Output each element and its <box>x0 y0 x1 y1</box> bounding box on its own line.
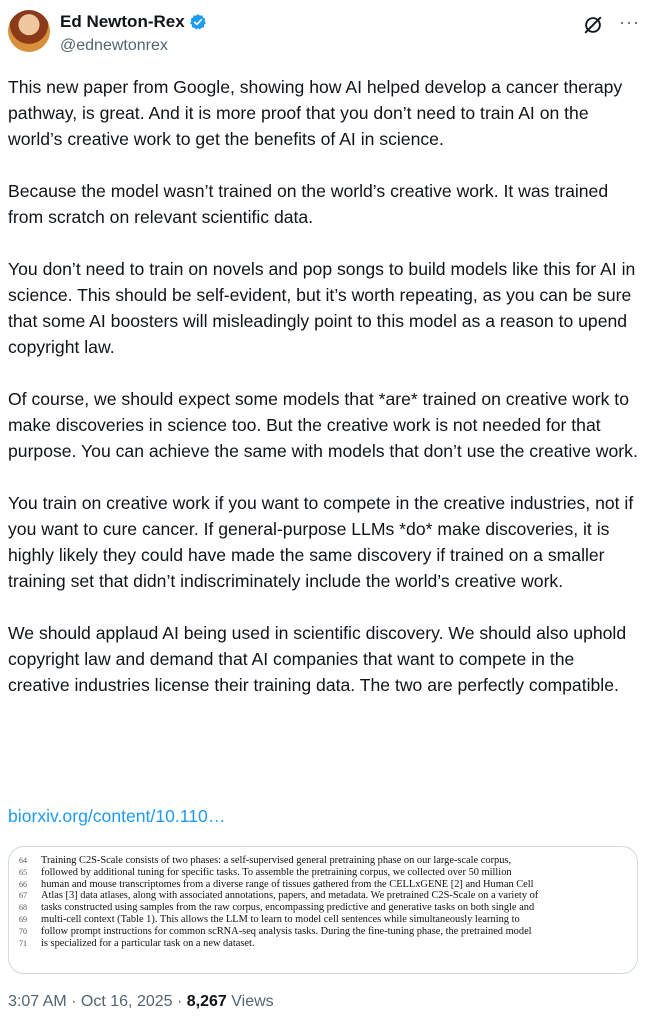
line-text: follow prompt instructions for common sc… <box>41 925 532 937</box>
paper-line: 68 tasks constructed using samples from t… <box>19 902 619 914</box>
tweet-paragraph: This new paper from Google, showing how … <box>8 77 623 149</box>
author-handle[interactable]: @ednewtonrex <box>60 37 168 55</box>
verified-badge-icon <box>189 14 206 30</box>
line-text: Training C2S-Scale consists of two phase… <box>41 855 512 866</box>
tweet-meta: 3:07 AM · Oct 16, 2025 · 8,267 Views <box>8 993 274 1011</box>
grok-icon[interactable] <box>582 14 604 36</box>
line-number: 70 <box>19 926 27 936</box>
line-text: human and mouse transcriptomes from a di… <box>41 878 534 890</box>
line-text: is specialized for a particular task on … <box>41 937 255 949</box>
line-number: 67 <box>19 891 27 901</box>
views-label: Views <box>226 993 274 1010</box>
paper-line: 70 follow prompt instructions for common … <box>19 926 619 938</box>
line-number: 69 <box>19 914 27 924</box>
paper-line: 65 followed by additional tuning for spec… <box>19 867 619 879</box>
paper-excerpt: 64 Training C2S-Scale consists of two pha… <box>19 855 619 949</box>
tweet-paragraph: You train on creative work if you want t… <box>8 493 634 591</box>
tweet-link[interactable]: biorxiv.org/content/10.110… <box>8 806 225 827</box>
line-text: multi-cell context (Table 1). This allow… <box>41 913 520 925</box>
tweet-header: Ed Newton-Rex @ednewtonrex ··· <box>8 10 644 60</box>
line-text: followed by additional tuning for specif… <box>41 866 512 878</box>
avatar[interactable] <box>8 10 50 52</box>
line-text: tasks constructed using samples from the… <box>41 902 535 914</box>
author-name[interactable]: Ed Newton-Rex <box>60 12 185 32</box>
line-number: 71 <box>19 938 27 948</box>
paper-line: 64 Training C2S-Scale consists of two pha… <box>19 855 619 867</box>
tweet-paragraph: Because the model wasn’t trained on the … <box>8 181 609 227</box>
paper-line: 66 human and mouse transcriptomes from a … <box>19 879 619 891</box>
line-number: 66 <box>19 879 27 889</box>
paper-line: 67 Atlas [3] data atlases, along with ass… <box>19 890 619 902</box>
media-image[interactable]: 64 Training C2S-Scale consists of two pha… <box>8 846 638 974</box>
timestamp[interactable]: 3:07 AM · Oct 16, 2025 · <box>8 993 187 1010</box>
views-count: 8,267 <box>186 993 227 1010</box>
line-text: Atlas [3] data atlases, along with assoc… <box>41 890 539 902</box>
tweet-text: This new paper from Google, showing how … <box>8 74 638 724</box>
tweet-paragraph: You don’t need to train on novels and po… <box>8 259 636 357</box>
author-name-row: Ed Newton-Rex <box>60 12 207 32</box>
paper-line: 71 is specialized for a particular task o… <box>19 938 619 950</box>
line-number: 64 <box>19 856 27 865</box>
paper-line: 69 multi-cell context (Table 1). This all… <box>19 914 619 926</box>
line-number: 68 <box>19 903 27 913</box>
tweet-paragraph: Of course, we should expect some models … <box>8 389 638 461</box>
tweet-paragraph: We should applaud AI being used in scien… <box>8 623 627 695</box>
more-options-button[interactable]: ··· <box>619 12 640 33</box>
line-number: 65 <box>19 867 27 877</box>
